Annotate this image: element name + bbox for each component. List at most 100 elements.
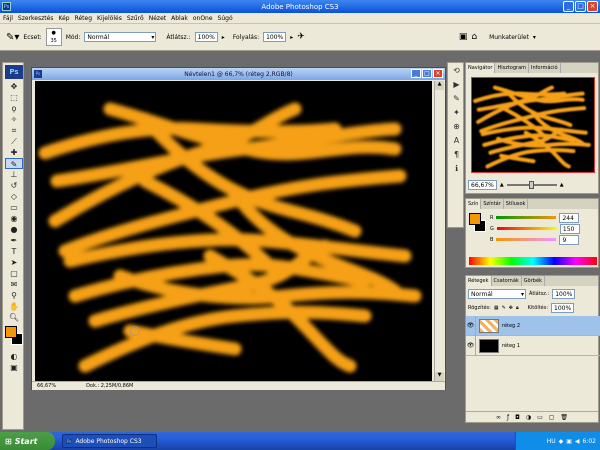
- menu-onone[interactable]: onOne: [193, 15, 213, 22]
- tray-app-icon[interactable]: ◆: [559, 438, 564, 445]
- slice-tool-icon[interactable]: ⟋: [5, 136, 23, 147]
- link-layers-icon[interactable]: ∞: [496, 414, 501, 421]
- brush-preset-picker[interactable]: ● 35: [45, 28, 62, 46]
- lock-transparency-icon[interactable]: ▦: [494, 305, 499, 311]
- mode-select[interactable]: Normál: [84, 32, 157, 42]
- zoom-readout[interactable]: 66,67%: [37, 383, 56, 389]
- visibility-eye-icon[interactable]: 👁︎: [466, 335, 476, 356]
- taskbar-app-button[interactable]: Ps Adobe Photoshop CS3: [62, 434, 157, 448]
- foreground-color-swatch[interactable]: [5, 326, 17, 338]
- red-slider[interactable]: [496, 216, 557, 219]
- history-brush-icon[interactable]: ↺: [5, 180, 23, 191]
- menu-edit[interactable]: Szerkesztés: [18, 15, 54, 22]
- brushes-panel-icon[interactable]: ✦: [450, 107, 463, 119]
- adjustment-layer-icon[interactable]: ◑: [526, 414, 531, 421]
- doc-size-info[interactable]: Dok.: 2,25M/0,86M: [86, 383, 133, 389]
- layer-row[interactable]: 👁︎ réteg 2: [466, 315, 600, 336]
- minimize-button[interactable]: _: [563, 1, 574, 12]
- healing-tool-icon[interactable]: ✚: [5, 147, 23, 158]
- color-swatches[interactable]: [5, 326, 23, 348]
- dodge-tool-icon[interactable]: ●: [5, 224, 23, 235]
- scroll-up-arrow-icon[interactable]: ▲: [435, 81, 444, 90]
- move-tool-icon[interactable]: ✥: [5, 81, 23, 92]
- info-panel-icon[interactable]: ℹ: [450, 163, 463, 175]
- doc-minimize-button[interactable]: _: [411, 69, 421, 78]
- green-field[interactable]: 150: [559, 223, 580, 234]
- network-icon[interactable]: ▣: [566, 438, 572, 445]
- layer-mask-icon[interactable]: ◘: [515, 414, 520, 421]
- lock-pixels-icon[interactable]: ✎: [502, 305, 506, 311]
- stamp-tool-icon[interactable]: ⊥: [5, 169, 23, 180]
- image-canvas[interactable]: [35, 81, 432, 381]
- tab-info[interactable]: Információ: [529, 63, 561, 73]
- language-indicator[interactable]: HU: [547, 438, 556, 445]
- tab-curves[interactable]: Görbék: [522, 276, 545, 286]
- tab-styles[interactable]: Stílusok: [504, 199, 529, 209]
- menu-layer[interactable]: Réteg: [75, 15, 92, 22]
- blur-tool-icon[interactable]: ◉: [5, 213, 23, 224]
- layer-style-icon[interactable]: ƒ: [507, 414, 509, 421]
- opacity-field[interactable]: 100%: [194, 32, 218, 42]
- notes-tool-icon[interactable]: ✉: [5, 279, 23, 290]
- quick-mask-icon[interactable]: ◐: [5, 351, 23, 362]
- tab-channels[interactable]: Csatornák: [492, 276, 522, 286]
- volume-icon[interactable]: ◀: [575, 438, 580, 445]
- hand-tool-icon[interactable]: ✋: [5, 301, 23, 312]
- airbrush-icon[interactable]: ✈: [297, 32, 305, 42]
- layer-opacity-field[interactable]: 100%: [552, 289, 576, 299]
- new-group-icon[interactable]: ▭: [537, 414, 543, 421]
- zoom-out-icon[interactable]: ▲: [500, 182, 504, 188]
- red-field[interactable]: 244: [559, 212, 580, 223]
- maximize-button[interactable]: □: [575, 1, 586, 12]
- crop-tool-icon[interactable]: ⌗: [5, 125, 23, 136]
- eyedropper-tool-icon[interactable]: ⚲: [5, 290, 23, 301]
- lock-all-icon[interactable]: 🔒︎: [516, 305, 519, 311]
- delete-layer-icon[interactable]: 🗑︎: [560, 414, 568, 421]
- tool-presets-icon[interactable]: ✎: [450, 93, 463, 105]
- close-button[interactable]: ×: [587, 1, 598, 12]
- chevron-down-icon[interactable]: ▾: [533, 34, 536, 41]
- navigator-zoom-slider[interactable]: [506, 181, 557, 189]
- shape-tool-icon[interactable]: ▢: [5, 268, 23, 279]
- type-tool-icon[interactable]: T: [5, 246, 23, 257]
- blue-slider[interactable]: [496, 238, 557, 241]
- gradient-tool-icon[interactable]: ▭: [5, 202, 23, 213]
- menu-help[interactable]: Súgó: [218, 15, 233, 22]
- flow-field[interactable]: 100%: [263, 32, 287, 42]
- paragraph-panel-icon[interactable]: ¶: [450, 149, 463, 161]
- navigator-preview[interactable]: [471, 77, 595, 173]
- tab-histogram[interactable]: Hisztogram: [495, 63, 530, 73]
- new-layer-icon[interactable]: ▢: [549, 414, 555, 421]
- blend-mode-select[interactable]: Normál: [468, 289, 526, 299]
- blue-field[interactable]: 9: [559, 234, 580, 245]
- layer-row[interactable]: 👁︎ réteg 1: [466, 335, 600, 356]
- menu-window[interactable]: Ablak: [171, 15, 188, 22]
- tab-swatches[interactable]: Színtár: [481, 199, 504, 209]
- character-panel-icon[interactable]: A: [450, 135, 463, 147]
- color-spectrum-bar[interactable]: [469, 257, 597, 265]
- visibility-eye-icon[interactable]: 👁︎: [466, 315, 476, 336]
- doc-maximize-button[interactable]: □: [422, 69, 432, 78]
- magic-wand-tool-icon[interactable]: ✧: [5, 114, 23, 125]
- path-selection-icon[interactable]: ➤: [5, 257, 23, 268]
- menu-image[interactable]: Kép: [58, 15, 69, 22]
- tab-color[interactable]: Szín: [466, 199, 482, 209]
- bridge-icon[interactable]: ⌂: [471, 32, 477, 42]
- green-slider[interactable]: [496, 227, 557, 230]
- marquee-tool-icon[interactable]: ⬚: [5, 92, 23, 103]
- brush-tool-icon[interactable]: ✎▾: [6, 32, 19, 43]
- menu-file[interactable]: Fájl: [3, 15, 13, 22]
- tab-layers[interactable]: Rétegek: [466, 276, 492, 286]
- color-fg-swatch[interactable]: [469, 213, 481, 225]
- menu-filter[interactable]: Szűrő: [127, 15, 144, 22]
- zoom-tool-icon[interactable]: 🔍︎: [5, 312, 23, 323]
- lock-position-icon[interactable]: ✥: [509, 305, 513, 311]
- doc-close-button[interactable]: ×: [433, 69, 443, 78]
- lasso-tool-icon[interactable]: ϙ: [5, 103, 23, 114]
- pen-tool-icon[interactable]: ✒: [5, 235, 23, 246]
- clone-source-icon[interactable]: ⊕: [450, 121, 463, 133]
- palette-well-icon[interactable]: ▣: [459, 32, 468, 42]
- zoom-in-icon[interactable]: ▲: [560, 182, 564, 188]
- screen-mode-icon[interactable]: ▣: [5, 362, 23, 373]
- start-button[interactable]: ⊞ Start: [0, 432, 55, 450]
